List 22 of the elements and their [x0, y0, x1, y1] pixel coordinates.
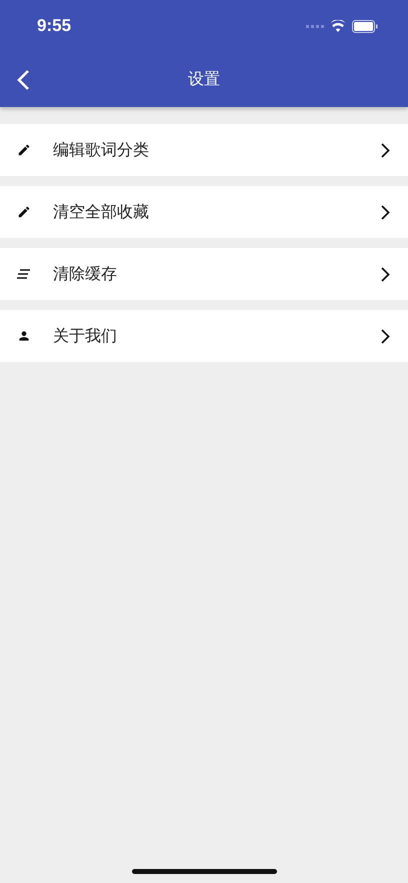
back-icon [16, 68, 30, 90]
signal-icon [306, 24, 324, 28]
chevron-icon [381, 142, 390, 158]
pencil-icon [17, 205, 31, 219]
settings-label: 清除缓存 [53, 264, 118, 284]
settings-item[interactable]: 清除缓存 [0, 248, 408, 300]
person-icon [17, 329, 31, 343]
chevron-icon [381, 328, 390, 344]
settings-label: 编辑歌词分类 [53, 140, 150, 160]
wifi-icon [330, 20, 346, 32]
status-time: 9:55 [37, 16, 72, 36]
settings-item[interactable]: 编辑歌词分类 [0, 124, 408, 176]
settings-label: 清空全部收藏 [53, 202, 150, 222]
pencil-icon [17, 143, 31, 157]
battery-icon [352, 20, 378, 32]
page-title: 设置 [188, 69, 220, 90]
settings-label: 关于我们 [53, 326, 118, 346]
chevron-icon [381, 266, 390, 282]
settings-item[interactable]: 关于我们 [0, 310, 408, 362]
settings-item[interactable]: 清空全部收藏 [0, 186, 408, 238]
chevron-icon [381, 204, 390, 220]
lines-icon [17, 269, 31, 279]
